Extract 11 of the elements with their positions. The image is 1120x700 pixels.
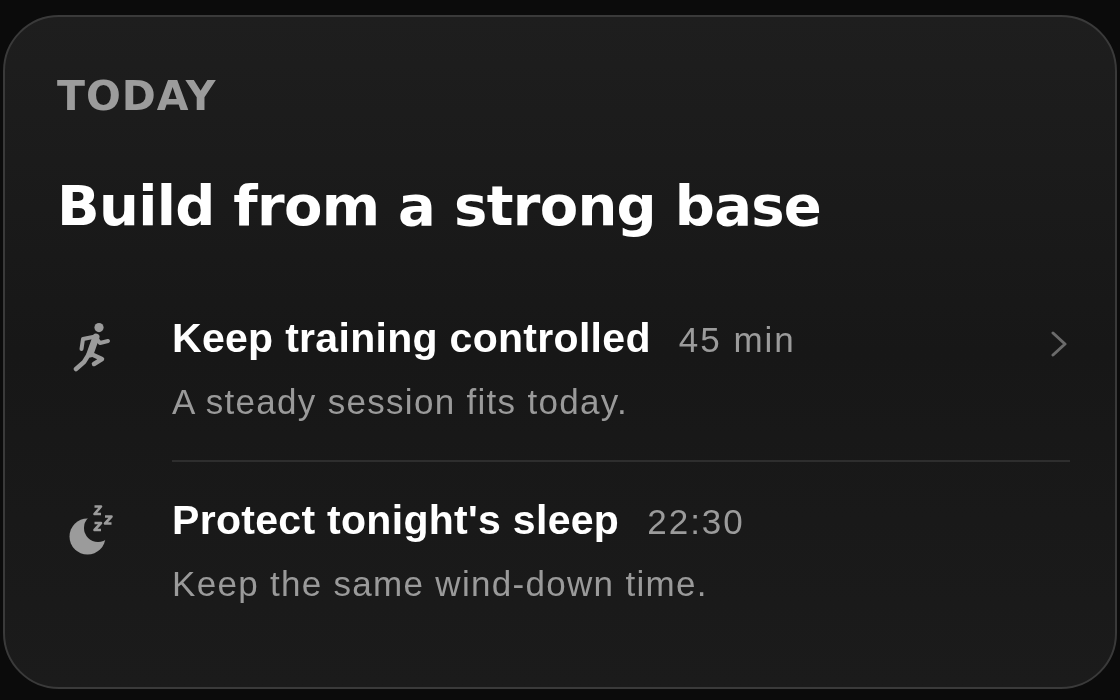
chevron-right-icon[interactable] [1051, 331, 1067, 357]
item-subtitle: Keep the same wind-down time. [172, 563, 709, 605]
item-title: Keep training controlled [172, 314, 651, 362]
running-person-icon [73, 323, 111, 372]
item-meta: 45 min [678, 319, 796, 361]
item-meta: 22:30 [647, 501, 745, 543]
moon-sleep-icon [69, 505, 115, 555]
item-subtitle: A steady session fits today. [172, 381, 629, 423]
item-title: Protect tonight's sleep [172, 496, 620, 544]
section-label: TODAY [57, 72, 217, 120]
card-title: Build from a strong base [57, 173, 822, 239]
